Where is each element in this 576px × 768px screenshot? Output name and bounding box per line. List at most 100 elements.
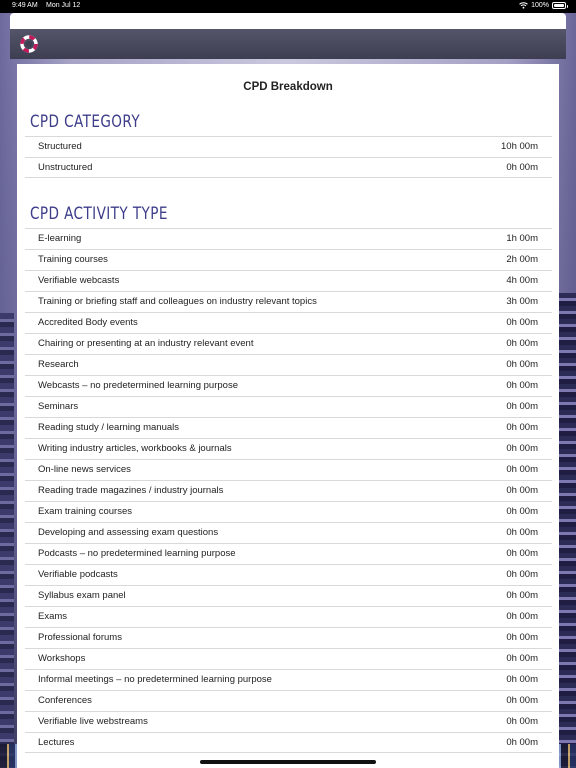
row-duration: 0h 00m (506, 485, 538, 496)
list-item: Syllabus exam panel 0h 00m (25, 585, 552, 606)
row-label: Research (38, 359, 79, 370)
wifi-icon (519, 2, 528, 9)
row-duration: 0h 00m (506, 443, 538, 454)
row-label: Conferences (38, 695, 92, 706)
list-item: Research 0h 00m (25, 354, 552, 375)
status-indicators: 100% (519, 2, 568, 9)
row-label: Accredited Body events (38, 317, 138, 328)
row-label: Training or briefing staff and colleague… (38, 296, 317, 307)
list-item: Verifiable podcasts 0h 00m (25, 564, 552, 585)
row-label: Training courses (38, 254, 108, 265)
home-indicator (200, 760, 376, 764)
cpd-breakdown-card: CPD Breakdown CPD CATEGORY Structured 10h… (17, 64, 559, 768)
row-label: Verifiable podcasts (38, 569, 118, 580)
row-duration: 10h 00m (501, 141, 538, 152)
row-duration: 4h 00m (506, 275, 538, 286)
page-title: CPD Breakdown (243, 81, 333, 93)
cpd-activity-type-list: E-learning 1h 00m Training courses 2h 00m Ve… (25, 228, 552, 753)
list-item: Seminars 0h 00m (25, 396, 552, 417)
list-item: Training courses 2h 00m (25, 249, 552, 270)
battery-percent: 100% (531, 2, 549, 9)
row-duration: 2h 00m (506, 254, 538, 265)
row-duration: 0h 00m (506, 611, 538, 622)
row-label: Exam training courses (38, 506, 132, 517)
list-item: Reading trade magazines / industry journ… (25, 480, 552, 501)
list-item: Webcasts – no predetermined learning pur… (25, 375, 552, 396)
background-image-right (558, 293, 576, 768)
list-item: Chairing or presenting at an industry re… (25, 333, 552, 354)
row-duration: 0h 00m (506, 569, 538, 580)
background-image-left (0, 313, 14, 768)
row-duration: 0h 00m (506, 162, 538, 173)
row-duration: 0h 00m (506, 695, 538, 706)
list-item: Writing industry articles, workbooks & j… (25, 438, 552, 459)
list-item: Professional forums 0h 00m (25, 627, 552, 648)
cpd-activity-type-heading: CPD ACTIVITY TYPE (30, 204, 168, 224)
list-item: Workshops 0h 00m (25, 648, 552, 669)
row-duration: 0h 00m (506, 359, 538, 370)
list-item: Podcasts – no predetermined learning pur… (25, 543, 552, 564)
cpd-category-list: Structured 10h 00m Unstructured 0h 00m (25, 136, 552, 178)
row-duration: 0h 00m (506, 401, 538, 412)
list-item: Unstructured 0h 00m (25, 157, 552, 178)
battery-icon (552, 2, 568, 9)
row-label: Informal meetings – no predetermined lea… (38, 674, 272, 685)
list-item: Training or briefing staff and colleague… (25, 291, 552, 312)
list-item: Structured 10h 00m (25, 136, 552, 157)
row-label: Seminars (38, 401, 79, 412)
row-duration: 0h 00m (506, 632, 538, 643)
row-label: Verifiable live webstreams (38, 716, 148, 727)
row-duration: 0h 00m (506, 737, 538, 748)
toolbar (10, 29, 566, 59)
list-item: Exams 0h 00m (25, 606, 552, 627)
row-duration: 0h 00m (506, 674, 538, 685)
row-duration: 0h 00m (506, 380, 538, 391)
row-label: Verifiable webcasts (38, 275, 120, 286)
top-strip (10, 13, 566, 29)
row-label: Syllabus exam panel (38, 590, 126, 601)
list-item: E-learning 1h 00m (25, 228, 552, 249)
row-label: Professional forums (38, 632, 122, 643)
list-item: Accredited Body events 0h 00m (25, 312, 552, 333)
list-item: On-line news services 0h 00m (25, 459, 552, 480)
status-bar: 9:49 AM Mon Jul 12 100% (0, 0, 576, 13)
list-item: Lectures 0h 00m (25, 732, 552, 753)
row-label: On-line news services (38, 464, 131, 475)
cpd-category-heading: CPD CATEGORY (30, 112, 141, 132)
row-duration: 0h 00m (506, 317, 538, 328)
list-item: Developing and assessing exam questions 0… (25, 522, 552, 543)
row-duration: 0h 00m (506, 464, 538, 475)
row-label: Workshops (38, 653, 86, 664)
list-item: Reading study / learning manuals 0h 00m (25, 417, 552, 438)
row-duration: 0h 00m (506, 506, 538, 517)
row-label: Reading trade magazines / industry journ… (38, 485, 224, 496)
row-duration: 0h 00m (506, 653, 538, 664)
row-label: Developing and assessing exam questions (38, 527, 219, 538)
list-item: Conferences 0h 00m (25, 690, 552, 711)
list-item: Exam training courses 0h 00m (25, 501, 552, 522)
row-duration: 0h 00m (506, 548, 538, 559)
row-duration: 0h 00m (506, 422, 538, 433)
row-duration: 0h 00m (506, 590, 538, 601)
list-item: Informal meetings – no predetermined lea… (25, 669, 552, 690)
row-label: Reading study / learning manuals (38, 422, 180, 433)
row-label: E-learning (38, 233, 82, 244)
row-label: Lectures (38, 737, 75, 748)
row-label: Exams (38, 611, 68, 622)
row-duration: 1h 00m (506, 233, 538, 244)
row-duration: 0h 00m (506, 338, 538, 349)
list-item: Verifiable webcasts 4h 00m (25, 270, 552, 291)
row-label: Writing industry articles, workbooks & j… (38, 443, 232, 454)
row-label: Podcasts – no predetermined learning pur… (38, 548, 236, 559)
row-label: Chairing or presenting at an industry re… (38, 338, 254, 349)
status-time: 9:49 AM (12, 2, 38, 9)
row-label: Webcasts – no predetermined learning pur… (38, 380, 238, 391)
lifebuoy-icon[interactable] (19, 34, 39, 54)
row-duration: 0h 00m (506, 527, 538, 538)
row-duration: 3h 00m (506, 296, 538, 307)
status-date: Mon Jul 12 (46, 2, 81, 9)
row-label: Unstructured (38, 162, 93, 173)
row-duration: 0h 00m (506, 716, 538, 727)
list-item: Verifiable live webstreams 0h 00m (25, 711, 552, 732)
row-label: Structured (38, 141, 82, 152)
